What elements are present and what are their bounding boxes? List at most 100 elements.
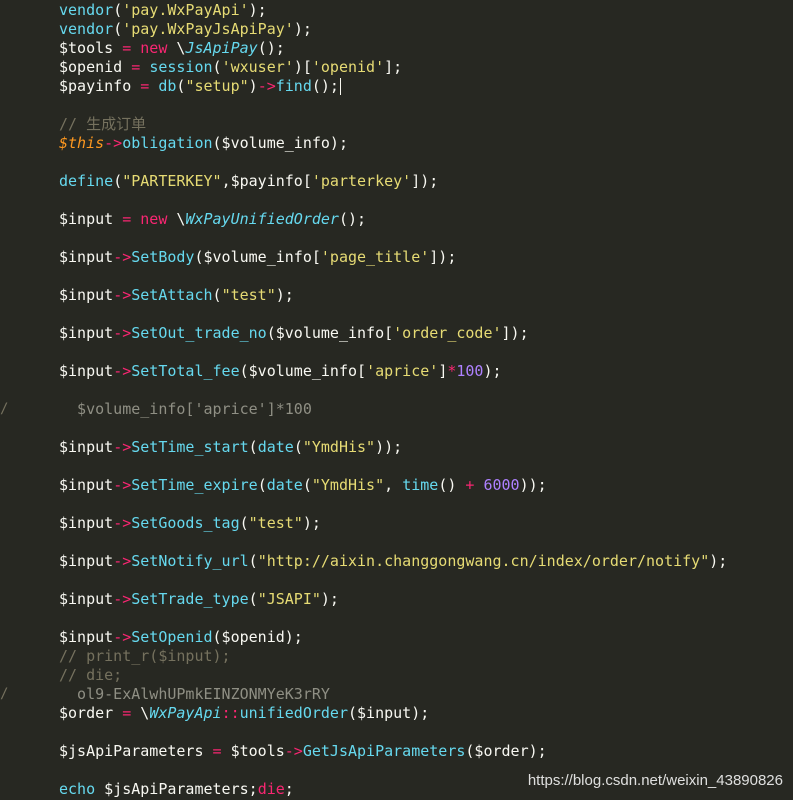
code-token: WxPayApi bbox=[149, 704, 222, 722]
code-token: 'page_title' bbox=[320, 248, 430, 266]
code-line[interactable]: $tools = new \JsApiPay(); bbox=[59, 39, 285, 58]
code-token: ); bbox=[709, 552, 728, 570]
code-token: 'parterkey' bbox=[311, 172, 412, 190]
code-token: $input bbox=[59, 590, 114, 608]
code-token: "http://aixin.changgongwang.cn/index/ord… bbox=[257, 552, 710, 570]
code-token: , bbox=[384, 476, 403, 494]
code-token: $input bbox=[59, 248, 114, 266]
code-token: ol9-ExAlwhUPmkEINZONMYeK3rRY bbox=[59, 685, 330, 703]
code-line[interactable]: $input = new \WxPayUnifiedOrder(); bbox=[59, 210, 366, 229]
code-token: ,$payinfo[ bbox=[221, 172, 312, 190]
code-token: $input bbox=[59, 210, 123, 228]
code-token: \ bbox=[167, 210, 186, 228]
code-token: -> bbox=[257, 77, 276, 95]
code-token: ($openid); bbox=[212, 628, 303, 646]
code-line[interactable]: $jsApiParameters = $tools->GetJsApiParam… bbox=[59, 742, 547, 761]
code-token: echo bbox=[59, 780, 96, 798]
code-token: $input bbox=[59, 552, 114, 570]
code-token: -> bbox=[113, 514, 132, 532]
code-token: ; bbox=[284, 780, 294, 798]
code-token: "YmdHis" bbox=[302, 438, 376, 456]
code-line[interactable]: $openid = session('wxuser')['openid']; bbox=[59, 58, 402, 77]
code-line[interactable]: $input->SetNotify_url("http://aixin.chan… bbox=[59, 552, 727, 571]
code-token: ]); bbox=[429, 248, 457, 266]
code-token: ]); bbox=[501, 324, 529, 342]
code-token: $input bbox=[59, 628, 114, 646]
code-token: $openid bbox=[59, 58, 132, 76]
code-token: ( bbox=[212, 286, 222, 304]
code-line[interactable]: $input->SetTime_expire(date("YmdHis", ti… bbox=[59, 476, 547, 495]
code-token: ( bbox=[302, 476, 312, 494]
code-token: // 生成订单 bbox=[59, 115, 147, 133]
code-token: $input bbox=[59, 324, 114, 342]
code-token: = bbox=[122, 39, 132, 57]
code-line[interactable]: $volume_info['aprice']*100 bbox=[59, 400, 312, 419]
code-token: $tools bbox=[221, 742, 285, 760]
code-line[interactable]: // 生成订单 bbox=[59, 115, 146, 134]
code-token: ); bbox=[483, 362, 502, 380]
code-token: (); bbox=[311, 77, 339, 95]
code-line[interactable]: vendor('pay.WxPayJsApiPay'); bbox=[59, 20, 312, 39]
code-token: 'aprice' bbox=[366, 362, 439, 380]
code-token: )); bbox=[519, 476, 547, 494]
code-token: ($volume_info[ bbox=[239, 362, 367, 380]
code-token: = bbox=[122, 704, 132, 722]
code-token: die bbox=[257, 780, 285, 798]
code-token: $input bbox=[59, 476, 114, 494]
code-line[interactable]: $input->SetTime_start(date("YmdHis")); bbox=[59, 438, 402, 457]
code-token: SetBody bbox=[131, 248, 195, 266]
code-token: ( bbox=[248, 552, 258, 570]
code-token: date bbox=[257, 438, 294, 456]
code-token: -> bbox=[113, 476, 132, 494]
code-line[interactable]: // print_r($input); bbox=[59, 647, 231, 666]
code-token: \ bbox=[167, 39, 186, 57]
code-token: ); bbox=[302, 514, 321, 532]
code-line[interactable]: $payinfo = db("setup")->find(); bbox=[59, 77, 341, 96]
code-token: // print_r($input); bbox=[59, 647, 231, 665]
code-line[interactable]: $order = \WxPayApi::unifiedOrder($input)… bbox=[59, 704, 429, 723]
code-line[interactable]: $input->SetOut_trade_no($volume_info['or… bbox=[59, 324, 529, 343]
code-line[interactable]: $input->SetOpenid($openid); bbox=[59, 628, 303, 647]
code-line[interactable]: // die; bbox=[59, 666, 122, 685]
code-token: () bbox=[438, 476, 466, 494]
code-token: -> bbox=[113, 248, 132, 266]
code-editor[interactable]: vendor('pay.WxPayApi'); vendor('pay.WxPay… bbox=[0, 0, 793, 800]
code-token: ($volume_info[ bbox=[266, 324, 394, 342]
code-line[interactable]: $input->SetAttach("test"); bbox=[59, 286, 294, 305]
code-token: $order bbox=[59, 704, 123, 722]
code-token: 6000 bbox=[483, 476, 520, 494]
code-line[interactable]: $input->SetTotal_fee($volume_info['apric… bbox=[59, 362, 502, 381]
code-line[interactable]: define("PARTERKEY",$payinfo['parterkey']… bbox=[59, 172, 438, 191]
code-token: $tools bbox=[59, 39, 123, 57]
code-token: 'pay.WxPayJsApiPay' bbox=[122, 20, 294, 38]
code-line[interactable]: $input->SetGoods_tag("test"); bbox=[59, 514, 321, 533]
code-token: -> bbox=[113, 628, 132, 646]
code-token: SetGoods_tag bbox=[131, 514, 240, 532]
code-line[interactable]: $input->SetBody($volume_info['page_title… bbox=[59, 248, 456, 267]
code-line[interactable]: echo $jsApiParameters;die; bbox=[59, 780, 294, 799]
code-token: ( bbox=[212, 58, 222, 76]
code-token: ( bbox=[113, 1, 123, 19]
code-token: SetTotal_fee bbox=[131, 362, 240, 380]
code-token: time bbox=[402, 476, 439, 494]
code-token: SetTrade_type bbox=[131, 590, 249, 608]
code-token: "test" bbox=[221, 286, 276, 304]
code-token: -> bbox=[113, 286, 132, 304]
code-token: session bbox=[149, 58, 213, 76]
code-token: $jsApiParameters bbox=[59, 742, 213, 760]
code-token: vendor bbox=[59, 1, 114, 19]
code-token: new bbox=[140, 210, 168, 228]
code-line[interactable]: ol9-ExAlwhUPmkEINZONMYeK3rRY bbox=[59, 685, 330, 704]
code-token: ]); bbox=[411, 172, 439, 190]
code-token: -> bbox=[113, 438, 132, 456]
code-token: $this bbox=[59, 134, 105, 152]
code-line[interactable]: vendor('pay.WxPayApi'); bbox=[59, 1, 267, 20]
code-line[interactable]: $input->SetTrade_type("JSAPI"); bbox=[59, 590, 339, 609]
code-token: 'pay.WxPayApi' bbox=[122, 1, 249, 19]
code-line[interactable]: $this->obligation($volume_info); bbox=[59, 134, 348, 153]
code-token: "setup" bbox=[185, 77, 249, 95]
watermark: https://blog.csdn.net/weixin_43890826 bbox=[527, 772, 783, 789]
code-token: // die; bbox=[59, 666, 123, 684]
